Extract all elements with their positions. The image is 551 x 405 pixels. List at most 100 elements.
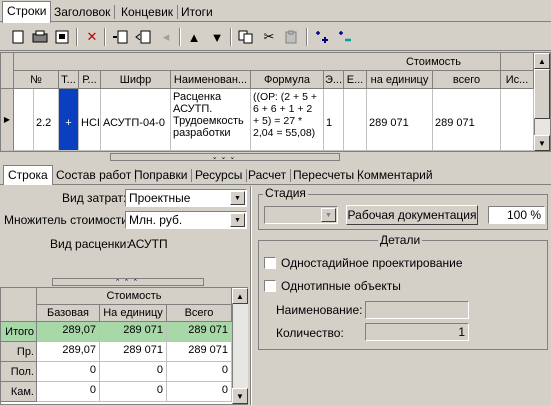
cost-row-label: Пол. (1, 362, 37, 382)
cost-type-combo[interactable]: Проектные ▼ (125, 189, 247, 207)
cost-col-base: Базовая (37, 305, 100, 322)
multiplier-combo[interactable]: Млн. руб. ▼ (125, 211, 247, 229)
single-stage-label[interactable]: Одностадийное проектирование (281, 256, 463, 270)
cost-splitter[interactable]: ⌃⌃⌃ (52, 278, 204, 286)
tab-header[interactable]: Заголовок (50, 3, 116, 22)
scroll-up-icon[interactable]: ▲ (534, 53, 550, 69)
tab-work-composition[interactable]: Состав работ (52, 166, 137, 184)
quantity-label: Количество: (276, 326, 344, 340)
cost-vscrollbar[interactable]: ▲ ▼ (232, 288, 248, 404)
same-type-checkbox[interactable] (264, 280, 276, 292)
indent-icon[interactable]: ◂ (156, 27, 176, 47)
row-r-cell[interactable]: НСІ (79, 89, 101, 151)
col-source[interactable]: Ис... (501, 71, 534, 89)
row-source-cell[interactable] (501, 89, 534, 151)
tab-comment[interactable]: Комментарий (353, 166, 437, 184)
name-field[interactable] (365, 301, 469, 319)
cost-row-label: Пр. (1, 342, 37, 362)
cost-col-unit: На единицу (100, 305, 167, 322)
cost-cell: 289,07 (37, 322, 100, 342)
cost-cell: 289 071 (100, 322, 167, 342)
col-unit[interactable]: Е... (344, 71, 367, 89)
col-number[interactable]: № (14, 71, 59, 89)
row-indicator[interactable]: ▶ (1, 89, 14, 151)
delete-icon[interactable]: ✕ (82, 27, 102, 47)
quantity-field[interactable]: 1 (365, 323, 469, 341)
copy-icon[interactable] (236, 27, 256, 47)
same-type-label[interactable]: Однотипные объекты (281, 279, 401, 293)
cost-cell: 0 (37, 382, 100, 402)
cost-table: Стоимость Базовая На единицу Всего Итого… (0, 287, 248, 405)
tab-recalculations[interactable]: Пересчеты (289, 166, 360, 184)
col-per-unit[interactable]: на единицу (367, 71, 433, 89)
rate-type-label: Вид расценки: (50, 237, 130, 251)
tab-rows[interactable]: Строки (2, 1, 52, 23)
tab-corrections[interactable]: Поправки (130, 166, 193, 184)
grid-splitter[interactable]: ⌄⌄⌄ (110, 153, 340, 161)
move-down-icon[interactable]: ▼ (207, 27, 227, 47)
row-type-cell[interactable]: + (59, 89, 79, 151)
cost-row-label: Итого (1, 322, 37, 342)
details-group-title: Детали (378, 233, 423, 247)
row-number[interactable]: 2.2 (34, 89, 59, 151)
tab-resources[interactable]: Ресурсы (191, 166, 248, 184)
cut-icon[interactable]: ✂ (259, 27, 279, 47)
col-formula[interactable]: Формула (251, 71, 324, 89)
stage-combo[interactable]: ▼ (264, 206, 338, 224)
col-e[interactable]: Э... (324, 71, 344, 89)
cost-col-total: Всего (167, 305, 232, 322)
expand-icon[interactable] (312, 27, 332, 47)
rate-type-value: АСУТП (128, 237, 168, 251)
row-code-cell[interactable]: АСУТП-04-0 (101, 89, 171, 151)
cost-table-group-header: Стоимость (37, 288, 232, 305)
print-icon[interactable] (30, 27, 50, 47)
col-total[interactable]: всего (433, 71, 501, 89)
cost-cell: 0 (167, 382, 232, 402)
row-unit-cell[interactable] (344, 89, 367, 151)
paste-icon[interactable] (282, 27, 302, 47)
detail-tab-bar: Строка Состав работ Поправки Ресурсы Рас… (0, 165, 551, 185)
cost-cell: 0 (167, 362, 232, 382)
new-doc-icon[interactable] (8, 27, 28, 47)
cost-cell: 289 071 (167, 322, 232, 342)
outdent-icon[interactable] (133, 27, 153, 47)
rows-grid: Стоимость № Т... Р... Шифр Наименован...… (0, 52, 551, 152)
row-per-unit-cell[interactable]: 289 071 (367, 89, 433, 151)
cost-type-label: Вид затрат: (62, 191, 127, 205)
row-name-cell[interactable]: Расценка АСУТП. Трудоемкость разработки (171, 89, 251, 151)
save-icon[interactable] (52, 27, 72, 47)
stage-percent-field[interactable]: 100 % (488, 206, 545, 224)
tab-calculation[interactable]: Расчет (244, 166, 292, 184)
cost-cell: 0 (37, 362, 100, 382)
tab-row[interactable]: Строка (3, 165, 53, 185)
col-name[interactable]: Наименован... (171, 71, 251, 89)
row-formula-cell[interactable]: ((ОР: (2 + 5 + 6 + 6 + 1 + 2 + 5) = 27 *… (251, 89, 324, 151)
cost-cell: 289 071 (100, 342, 167, 362)
scroll-down-icon[interactable]: ▼ (232, 388, 248, 404)
row-tree-gap (14, 89, 34, 151)
toolbar: ✕ ◂ ▲ ▼ ✂ (0, 23, 551, 51)
col-code[interactable]: Шифр (101, 71, 171, 89)
chevron-down-icon[interactable]: ▼ (230, 191, 245, 205)
scroll-down-icon[interactable]: ▼ (534, 135, 550, 151)
top-tab-bar: Строки Заголовок Концевик Итоги (0, 0, 551, 23)
collapse-icon[interactable] (335, 27, 355, 47)
scroll-up-icon[interactable]: ▲ (232, 288, 248, 304)
grid-vscrollbar[interactable]: ▲ ▼ (534, 53, 550, 151)
insert-row-icon[interactable] (110, 27, 130, 47)
cost-cell: 289,07 (37, 342, 100, 362)
working-docs-button[interactable]: Рабочая документация (346, 205, 478, 225)
name-label: Наименование: (276, 303, 363, 317)
tab-footer[interactable]: Концевик (117, 3, 179, 22)
col-r[interactable]: Р... (79, 71, 101, 89)
row-total-cell[interactable]: 289 071 (433, 89, 501, 151)
chevron-down-icon[interactable]: ▼ (321, 208, 336, 222)
scroll-thumb[interactable] (534, 69, 550, 119)
chevron-down-icon[interactable]: ▼ (230, 213, 245, 227)
row-e-cell[interactable]: 1 (324, 89, 344, 151)
cost-row-label: Кам. (1, 382, 37, 402)
tab-totals[interactable]: Итоги (177, 3, 217, 22)
single-stage-checkbox[interactable] (264, 257, 276, 269)
move-up-icon[interactable]: ▲ (184, 27, 204, 47)
col-type[interactable]: Т... (59, 71, 79, 89)
